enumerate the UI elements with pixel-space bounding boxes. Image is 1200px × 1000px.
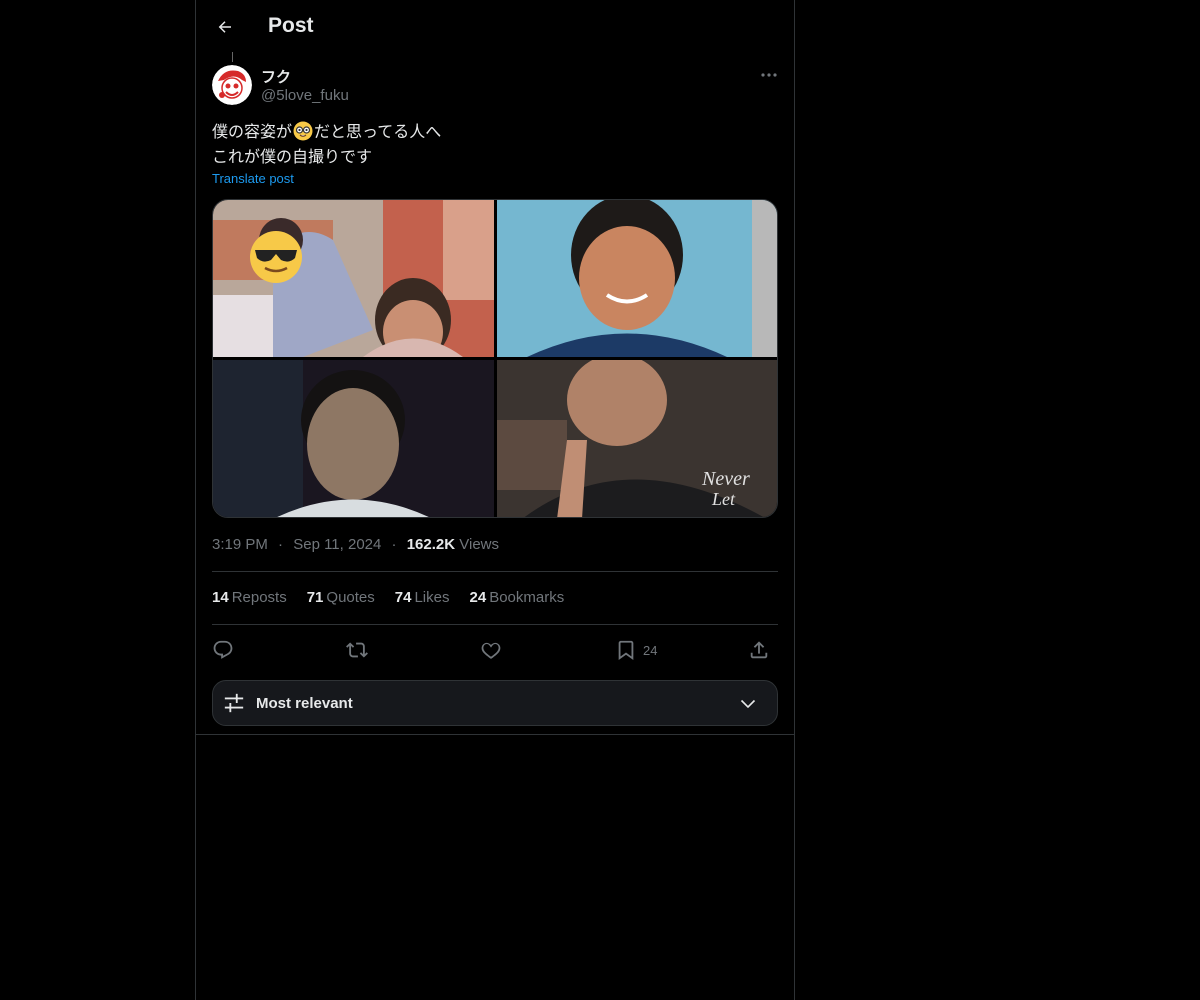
likes-stat[interactable]: 74 Likes <box>395 589 450 606</box>
share-icon <box>750 641 768 659</box>
bookmark-icon <box>618 640 634 661</box>
more-options-button[interactable] <box>756 64 782 86</box>
heart-icon <box>481 642 501 659</box>
sunglasses-emoji <box>250 231 302 283</box>
divider <box>212 571 778 572</box>
bookmarks-count: 24 <box>469 589 487 606</box>
repost-icon <box>346 642 368 658</box>
top-bar: Post <box>196 0 794 53</box>
post-date[interactable]: Sep 11, 2024 <box>293 536 381 553</box>
main-column: Post フク @5love_fuku 僕の容姿が だと思ってる人へ これが僕の… <box>195 0 795 1000</box>
divider <box>212 624 778 625</box>
post-text-line-2: これが僕の自撮りです <box>212 149 373 166</box>
avatar-icon <box>212 65 252 105</box>
bookmark-count: 24 <box>643 642 658 658</box>
post-text: 僕の容姿が だと思ってる人へ これが僕の自撮りです <box>212 120 441 170</box>
arrow-left-icon <box>218 21 231 33</box>
media-photo-3[interactable] <box>213 360 494 517</box>
replies-sort-dropdown[interactable]: Most relevant <box>212 680 778 726</box>
quotes-count: 71 <box>306 589 324 606</box>
views-count: 162.2K <box>406 536 456 553</box>
post-text-part: 僕の容姿が <box>212 124 293 141</box>
bookmarks-stat[interactable]: 24 Bookmarks <box>470 589 565 606</box>
author-display-name[interactable]: フク <box>261 66 291 87</box>
media-photo-1[interactable] <box>213 200 494 357</box>
translate-post-link[interactable]: Translate post <box>212 171 294 186</box>
media-photo-2[interactable] <box>497 200 777 357</box>
svg-text:Never: Never <box>701 468 750 490</box>
nerd-face-emoji <box>293 121 313 141</box>
meta-separator: · <box>278 536 284 553</box>
post-meta: 3:19 PM · Sep 11, 2024 · 162.2K Views <box>212 536 499 553</box>
share-button[interactable] <box>748 636 770 664</box>
reposts-count: 14 <box>212 589 229 606</box>
action-bar: 24 <box>212 636 778 664</box>
sliders-icon <box>224 693 244 713</box>
quotes-label: Quotes <box>326 589 375 606</box>
photo-2-image <box>497 200 777 357</box>
more-dots-icon <box>761 73 777 77</box>
photo-3-image <box>213 360 494 517</box>
views-label: Views <box>459 536 499 553</box>
avatar[interactable] <box>212 65 252 105</box>
engagement-stats: 14 Reposts 71 Quotes 74 Likes 24 Bookmarks <box>212 589 564 606</box>
reposts-label: Reposts <box>231 589 287 606</box>
likes-count: 74 <box>394 589 412 606</box>
like-button[interactable] <box>480 636 502 664</box>
bookmark-button[interactable]: 24 <box>615 636 657 664</box>
bookmarks-label: Bookmarks <box>489 589 565 606</box>
section-divider <box>196 734 794 735</box>
quotes-stat[interactable]: 71 Quotes <box>307 589 375 606</box>
reply-button[interactable] <box>212 636 234 664</box>
chevron-down-icon <box>740 699 756 709</box>
meta-separator: · <box>391 536 397 553</box>
back-button[interactable] <box>208 10 242 44</box>
thread-connector <box>232 52 233 62</box>
repost-button[interactable] <box>346 636 368 664</box>
media-photo-4[interactable]: Never Let <box>497 360 777 517</box>
post-time[interactable]: 3:19 PM <box>212 536 268 553</box>
svg-text:Let: Let <box>711 489 736 509</box>
post-text-part: だと思ってる人へ <box>314 124 442 141</box>
reposts-stat[interactable]: 14 Reposts <box>212 589 287 606</box>
sort-label: Most relevant <box>256 695 353 712</box>
author-handle[interactable]: @5love_fuku <box>261 87 349 104</box>
page-title: Post <box>268 14 314 37</box>
photo-4-image: Never Let <box>497 360 777 517</box>
media-grid: Never Let <box>212 199 778 518</box>
likes-label: Likes <box>414 589 450 606</box>
reply-icon <box>213 640 233 659</box>
